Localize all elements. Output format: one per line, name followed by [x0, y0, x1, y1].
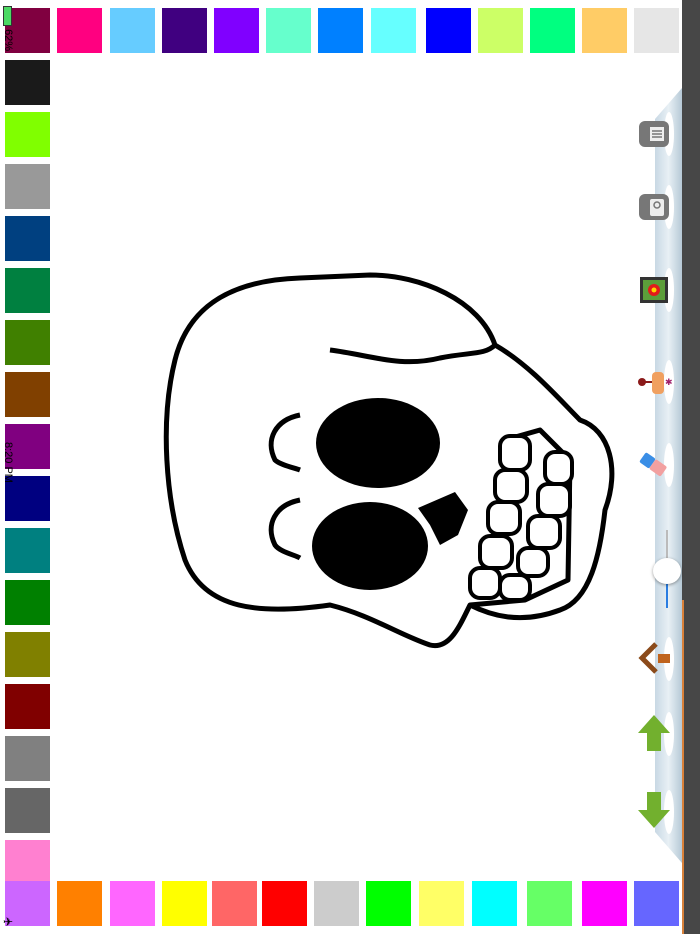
color-swatch-top[interactable] — [634, 8, 679, 53]
color-swatch-bottom[interactable] — [419, 881, 464, 926]
menu-button[interactable] — [636, 116, 672, 152]
eraser-icon — [639, 452, 667, 477]
gallery-icon — [640, 277, 668, 303]
color-swatch-bottom[interactable] — [366, 881, 411, 926]
color-swatch-bottom[interactable] — [634, 881, 679, 926]
battery-percent: 62% — [2, 29, 14, 52]
orange-line — [682, 600, 684, 934]
skull-eyes — [312, 398, 468, 590]
color-swatch-left[interactable] — [5, 580, 50, 625]
home-button[interactable] — [636, 640, 672, 676]
color-swatch-top[interactable] — [530, 8, 575, 53]
eraser-button[interactable] — [636, 447, 672, 483]
svg-text:✱: ✱ — [665, 377, 672, 387]
color-swatch-bottom[interactable] — [582, 881, 627, 926]
color-swatch-bottom[interactable] — [212, 881, 257, 926]
airplane-icon: ✈ — [3, 915, 14, 929]
color-swatch-top[interactable] — [214, 8, 259, 53]
color-swatch-top[interactable] — [318, 8, 363, 53]
home-icon — [638, 642, 670, 674]
skull-teeth — [468, 434, 574, 602]
color-swatch-top[interactable] — [266, 8, 311, 53]
color-swatch-top[interactable] — [371, 8, 416, 53]
save-button[interactable] — [636, 189, 672, 225]
color-swatch-left[interactable] — [5, 684, 50, 729]
slider-knob[interactable] — [653, 558, 681, 584]
color-swatch-left[interactable] — [5, 216, 50, 261]
status-time: 8:20 PM — [2, 442, 14, 483]
color-swatch-top[interactable] — [57, 8, 102, 53]
color-swatch-left[interactable] — [5, 320, 50, 365]
scroll-up-button[interactable] — [636, 715, 672, 751]
color-swatch-left[interactable] — [5, 632, 50, 677]
color-swatch-left[interactable] — [5, 736, 50, 781]
battery-indicator: 62% — [2, 6, 14, 51]
color-swatch-bottom[interactable] — [162, 881, 207, 926]
color-swatch-left[interactable] — [5, 112, 50, 157]
color-swatch-top[interactable] — [582, 8, 627, 53]
color-swatch-bottom[interactable] — [527, 881, 572, 926]
gallery-button[interactable] — [636, 272, 672, 308]
color-swatch-bottom[interactable] — [110, 881, 155, 926]
color-swatch-top[interactable] — [426, 8, 471, 53]
stamp-button[interactable]: ✱ — [636, 364, 672, 400]
color-swatch-bottom[interactable] — [57, 881, 102, 926]
color-swatch-left[interactable] — [5, 268, 50, 313]
color-swatch-left[interactable] — [5, 840, 50, 885]
save-icon — [639, 194, 669, 220]
right-edge — [682, 0, 700, 934]
color-swatch-top[interactable] — [162, 8, 207, 53]
color-swatch-left[interactable] — [5, 60, 50, 105]
brush-size-slider[interactable] — [653, 530, 681, 608]
color-swatch-left[interactable] — [5, 164, 50, 209]
scroll-down-button[interactable] — [636, 792, 672, 828]
stamp-icon: ✱ — [638, 372, 672, 394]
color-swatch-bottom[interactable] — [472, 881, 517, 926]
color-swatch-bottom[interactable] — [314, 881, 359, 926]
color-swatch-top[interactable] — [110, 8, 155, 53]
arrow-down-icon — [638, 792, 670, 828]
arrow-up-icon — [638, 715, 670, 751]
color-swatch-left[interactable] — [5, 372, 50, 417]
color-swatch-left[interactable] — [5, 788, 50, 833]
color-swatch-bottom[interactable] — [262, 881, 307, 926]
menu-icon — [639, 121, 669, 147]
color-swatch-top[interactable] — [478, 8, 523, 53]
battery-icon — [3, 6, 13, 26]
drawing-canvas[interactable] — [55, 55, 625, 875]
color-swatch-left[interactable] — [5, 528, 50, 573]
